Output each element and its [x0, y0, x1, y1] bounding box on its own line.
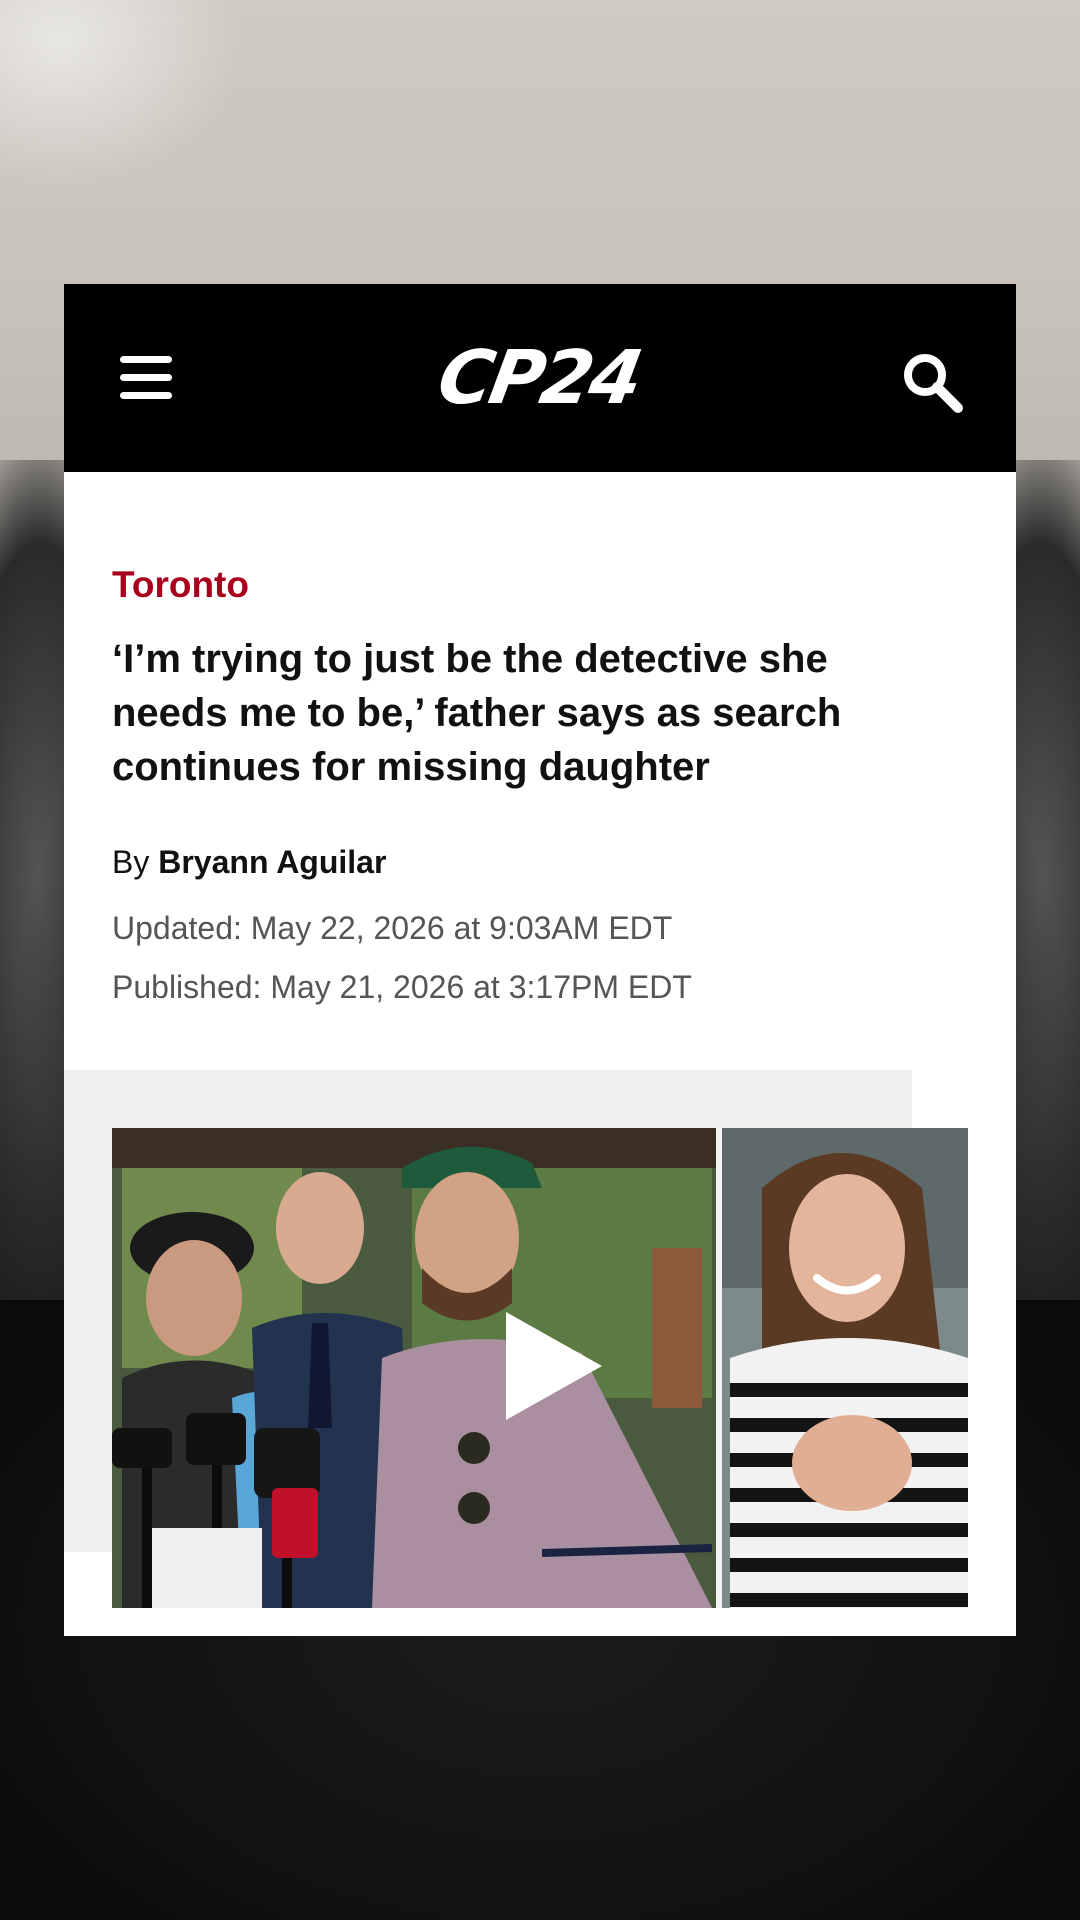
- search-icon[interactable]: [900, 350, 964, 414]
- site-header: CP24: [64, 284, 1016, 472]
- site-logo[interactable]: CP24: [367, 335, 711, 421]
- byline: By Bryann Aguilar: [112, 844, 386, 881]
- published-timestamp: Published: May 21, 2026 at 3:17PM EDT: [112, 969, 692, 1005]
- headline-line: ‘I’m trying to just be the detective she: [112, 637, 828, 681]
- byline-prefix: By: [112, 844, 150, 880]
- video-player[interactable]: [112, 1128, 968, 1608]
- author-link[interactable]: Bryann Aguilar: [158, 844, 386, 880]
- headline-line: continues for missing daughter: [112, 745, 710, 789]
- article-card: CP24 Toronto ‘I’m trying to just be the …: [64, 284, 1016, 1636]
- section-link[interactable]: Toronto: [112, 564, 249, 606]
- play-icon[interactable]: [498, 1306, 608, 1426]
- headline-line: needs me to be,’ father says as search: [112, 691, 842, 735]
- article-headline: ‘I’m trying to just be the detective she…: [112, 632, 972, 794]
- hamburger-menu-icon[interactable]: [120, 354, 172, 402]
- updated-timestamp: Updated: May 22, 2026 at 9:03AM EDT: [112, 910, 673, 946]
